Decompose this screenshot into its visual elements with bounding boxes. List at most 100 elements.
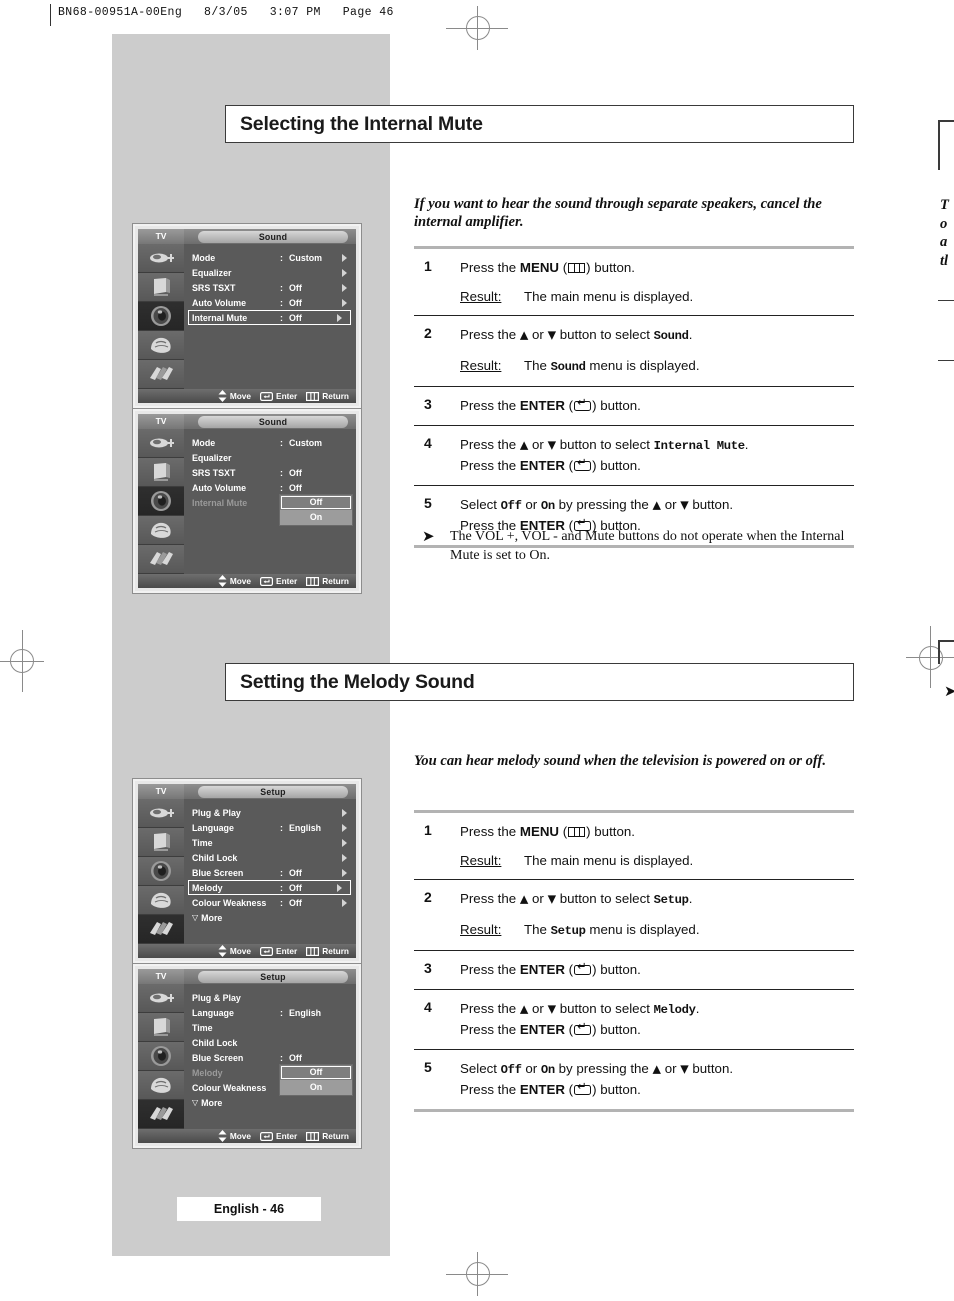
hand-icon[interactable] [138, 516, 184, 545]
osd-menu-item[interactable]: Mode: Custom [184, 435, 356, 450]
osd-footer-action[interactable]: Enter [260, 391, 297, 401]
osd-footer-action[interactable]: Enter [260, 1131, 297, 1141]
osd-item-list: Mode: Custom Equalizer SRS TSXT: Off Auto Vol… [184, 429, 356, 574]
osd-more-item[interactable]: ▽ More [184, 1095, 356, 1110]
osd-value-dropdown[interactable]: Off On [280, 1065, 352, 1095]
osd-menu-item[interactable]: Plug & Play [184, 805, 356, 820]
down-arrow-icon: ▼ [680, 498, 689, 512]
osd-menu-item[interactable]: Auto Volume: Off [184, 480, 356, 495]
step-line: Press the ▲ or ▼ button to select Sound. [460, 327, 693, 344]
osd-menu-sound-dropdown[interactable]: TV Sound Mode: Custom Equalizer SRS TSXT: Off A… [133, 409, 361, 593]
osd-menu-item[interactable]: Equalizer [184, 265, 356, 280]
osd-dropdown-option[interactable]: Off [280, 1065, 352, 1080]
osd-footer-action[interactable]: Enter [260, 576, 297, 586]
osd-footer-label: Move [229, 576, 252, 586]
pages-icon[interactable] [138, 1100, 184, 1129]
osd-inner: TV Sound Mode: Custom Equalizer SRS TSXT: Off A… [138, 414, 356, 588]
pages-icon[interactable] [138, 545, 184, 574]
osd-inner: TV Sound Mode: Custom Equalizer SRS TSXT: Off A… [138, 229, 356, 403]
screen-icon[interactable] [138, 1013, 184, 1042]
osd-menu-item[interactable]: Mode: Custom [184, 250, 356, 265]
screen-icon[interactable] [138, 273, 184, 302]
speaker-icon[interactable] [138, 1042, 184, 1071]
step-row: 4 Press the ▲ or ▼ button to select Inter… [414, 426, 854, 485]
section-heading-label: Selecting the Internal Mute [240, 112, 483, 135]
hand-icon[interactable] [138, 1071, 184, 1100]
osd-category-rail [138, 984, 184, 1129]
osd-more-item[interactable]: ▽ More [184, 910, 356, 925]
screen-icon[interactable] [138, 458, 184, 487]
step-line: Press the ENTER () button. [460, 397, 641, 414]
osd-item-colon: : [280, 252, 283, 263]
osd-footer-action[interactable]: Move [218, 390, 251, 402]
osd-menu-item[interactable]: Blue Screen: Off [184, 1050, 356, 1065]
hand-icon[interactable] [138, 886, 184, 915]
down-arrow-icon: ▼ [547, 328, 557, 342]
enter-key-icon [574, 1082, 592, 1096]
osd-footer-bar: Move Enter Return [138, 944, 356, 958]
osd-value-dropdown[interactable]: Off On [280, 495, 352, 525]
speaker-icon[interactable] [138, 302, 184, 331]
osd-footer-action[interactable]: Move [218, 1130, 251, 1142]
osd-footer-action[interactable]: Enter [260, 946, 297, 956]
antenna-icon[interactable] [138, 244, 184, 273]
osd-footer-action[interactable]: Return [306, 391, 349, 401]
osd-menu-item[interactable]: Blue Screen: Off [184, 865, 356, 880]
osd-category-rail [138, 799, 184, 944]
osd-item-label: Plug & Play [192, 992, 241, 1003]
osd-menu-item[interactable]: Child Lock [184, 1035, 356, 1050]
screen-icon[interactable] [138, 828, 184, 857]
step-body: Press the ▲ or ▼ button to select Sound.… [460, 325, 854, 377]
step-body: Press the ENTER () button. [460, 960, 854, 980]
menu-key-icon [568, 263, 586, 273]
osd-menu-item[interactable]: Equalizer [184, 450, 356, 465]
osd-menu-item[interactable]: Plug & Play [184, 990, 356, 1005]
osd-menu-item[interactable]: Internal Mute: Off [188, 310, 351, 325]
antenna-icon[interactable] [138, 799, 184, 828]
osd-menu-setup-dropdown[interactable]: TV Setup Plug & Play Language: English Time Ch… [133, 964, 361, 1148]
osd-item-colon: : [280, 1052, 283, 1063]
antenna-icon[interactable] [138, 429, 184, 458]
step-row: 4 Press the ▲ or ▼ button to select Melod… [414, 990, 854, 1049]
chevron-down-icon: ▽ [192, 1098, 199, 1107]
result-text: The main menu is displayed. [524, 288, 694, 304]
header-divider-rule [50, 4, 51, 26]
osd-menu-sound[interactable]: TV Sound Mode: Custom Equalizer SRS TSXT: Off A… [133, 224, 361, 408]
osd-menu-item[interactable]: SRS TSXT: Off [184, 280, 356, 295]
osd-menu-item[interactable]: Melody: Off [188, 880, 351, 895]
hand-icon[interactable] [138, 331, 184, 360]
osd-footer-action[interactable]: Return [306, 576, 349, 586]
osd-menu-item[interactable]: Auto Volume: Off [184, 295, 356, 310]
osd-menu-setup[interactable]: TV Setup Plug & Play Language: English Time Ch… [133, 779, 361, 963]
step-line: Press the ENTER () button. [460, 961, 641, 978]
step-line: Press the MENU () button. [460, 260, 635, 275]
osd-menu-item[interactable]: Language: English [184, 820, 356, 835]
step-line: Press the ENTER () button. [460, 1022, 641, 1038]
osd-menu-item[interactable]: Colour Weakness: Off [184, 895, 356, 910]
osd-menu-item[interactable]: Time [184, 1020, 356, 1035]
step-line: Select Off or On by pressing the ▲ or ▼ … [460, 496, 734, 513]
down-arrow-icon: ▼ [547, 892, 557, 906]
osd-footer-label: Return [322, 1131, 349, 1141]
osd-footer-action[interactable]: Return [306, 946, 349, 956]
note-arrow-icon: ➤ [422, 527, 435, 545]
pages-icon[interactable] [138, 360, 184, 389]
osd-dropdown-option[interactable]: On [280, 1080, 352, 1095]
osd-dropdown-option[interactable]: On [280, 510, 352, 525]
up-arrow-icon: ▲ [519, 438, 529, 452]
osd-footer-action[interactable]: Move [218, 575, 251, 587]
osd-menu-item[interactable]: Time [184, 835, 356, 850]
osd-menu-item[interactable]: Language: English [184, 1005, 356, 1020]
osd-menu-item[interactable]: Child Lock [184, 850, 356, 865]
osd-item-label: Child Lock [192, 1037, 238, 1048]
pages-icon[interactable] [138, 915, 184, 944]
osd-footer-action[interactable]: Return [306, 1131, 349, 1141]
speaker-icon[interactable] [138, 857, 184, 886]
antenna-icon[interactable] [138, 984, 184, 1013]
result-label: Result: [460, 921, 502, 937]
chevron-right-icon [342, 868, 347, 877]
osd-dropdown-option[interactable]: Off [280, 495, 352, 510]
osd-menu-item[interactable]: SRS TSXT: Off [184, 465, 356, 480]
speaker-icon[interactable] [138, 487, 184, 516]
osd-footer-action[interactable]: Move [218, 945, 251, 957]
